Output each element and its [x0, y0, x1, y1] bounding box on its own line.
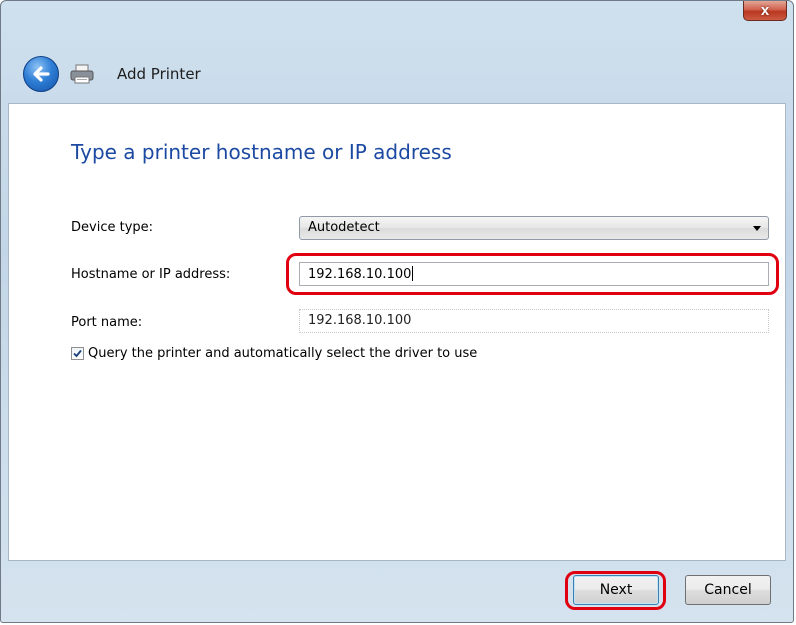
- dropdown-arrow-icon: [753, 226, 761, 231]
- wizard-title: Add Printer: [117, 65, 201, 83]
- back-arrow-icon: [33, 66, 50, 82]
- title-bar: x: [1, 1, 793, 35]
- device-type-selected-value: Autodetect: [308, 220, 380, 235]
- port-name-label: Port name:: [71, 315, 143, 330]
- hostname-input-value: 192.168.10.100: [308, 267, 412, 282]
- query-printer-option[interactable]: Query the printer and automatically sele…: [71, 346, 477, 361]
- hostname-input[interactable]: 192.168.10.100: [299, 262, 769, 286]
- query-printer-label: Query the printer and automatically sele…: [88, 346, 478, 361]
- wizard-nav-bar: Add Printer: [1, 45, 793, 103]
- next-button[interactable]: Next: [573, 575, 659, 605]
- text-caret: [412, 266, 414, 281]
- device-type-dropdown[interactable]: Autodetect: [299, 216, 769, 240]
- checkmark-icon: [73, 349, 82, 358]
- cancel-button[interactable]: Cancel: [685, 575, 771, 605]
- page-heading: Type a printer hostname or IP address: [71, 140, 452, 164]
- port-name-input[interactable]: 192.168.10.100: [299, 309, 769, 333]
- add-printer-window: x Add Printer Type a printer hostname or…: [0, 0, 794, 623]
- port-name-input-value: 192.168.10.100: [308, 313, 412, 328]
- device-type-label: Device type:: [71, 220, 154, 235]
- hostname-label: Hostname or IP address:: [71, 267, 231, 282]
- printer-icon: [70, 64, 94, 84]
- cancel-button-label: Cancel: [704, 582, 752, 598]
- wizard-footer: Next Cancel: [1, 561, 793, 622]
- wizard-content-panel: Type a printer hostname or IP address De…: [8, 103, 786, 561]
- back-button[interactable]: [23, 56, 59, 92]
- close-icon: x: [760, 2, 770, 19]
- close-button[interactable]: x: [743, 1, 787, 21]
- query-printer-checkbox[interactable]: [71, 347, 84, 360]
- next-button-label: Next: [599, 582, 633, 598]
